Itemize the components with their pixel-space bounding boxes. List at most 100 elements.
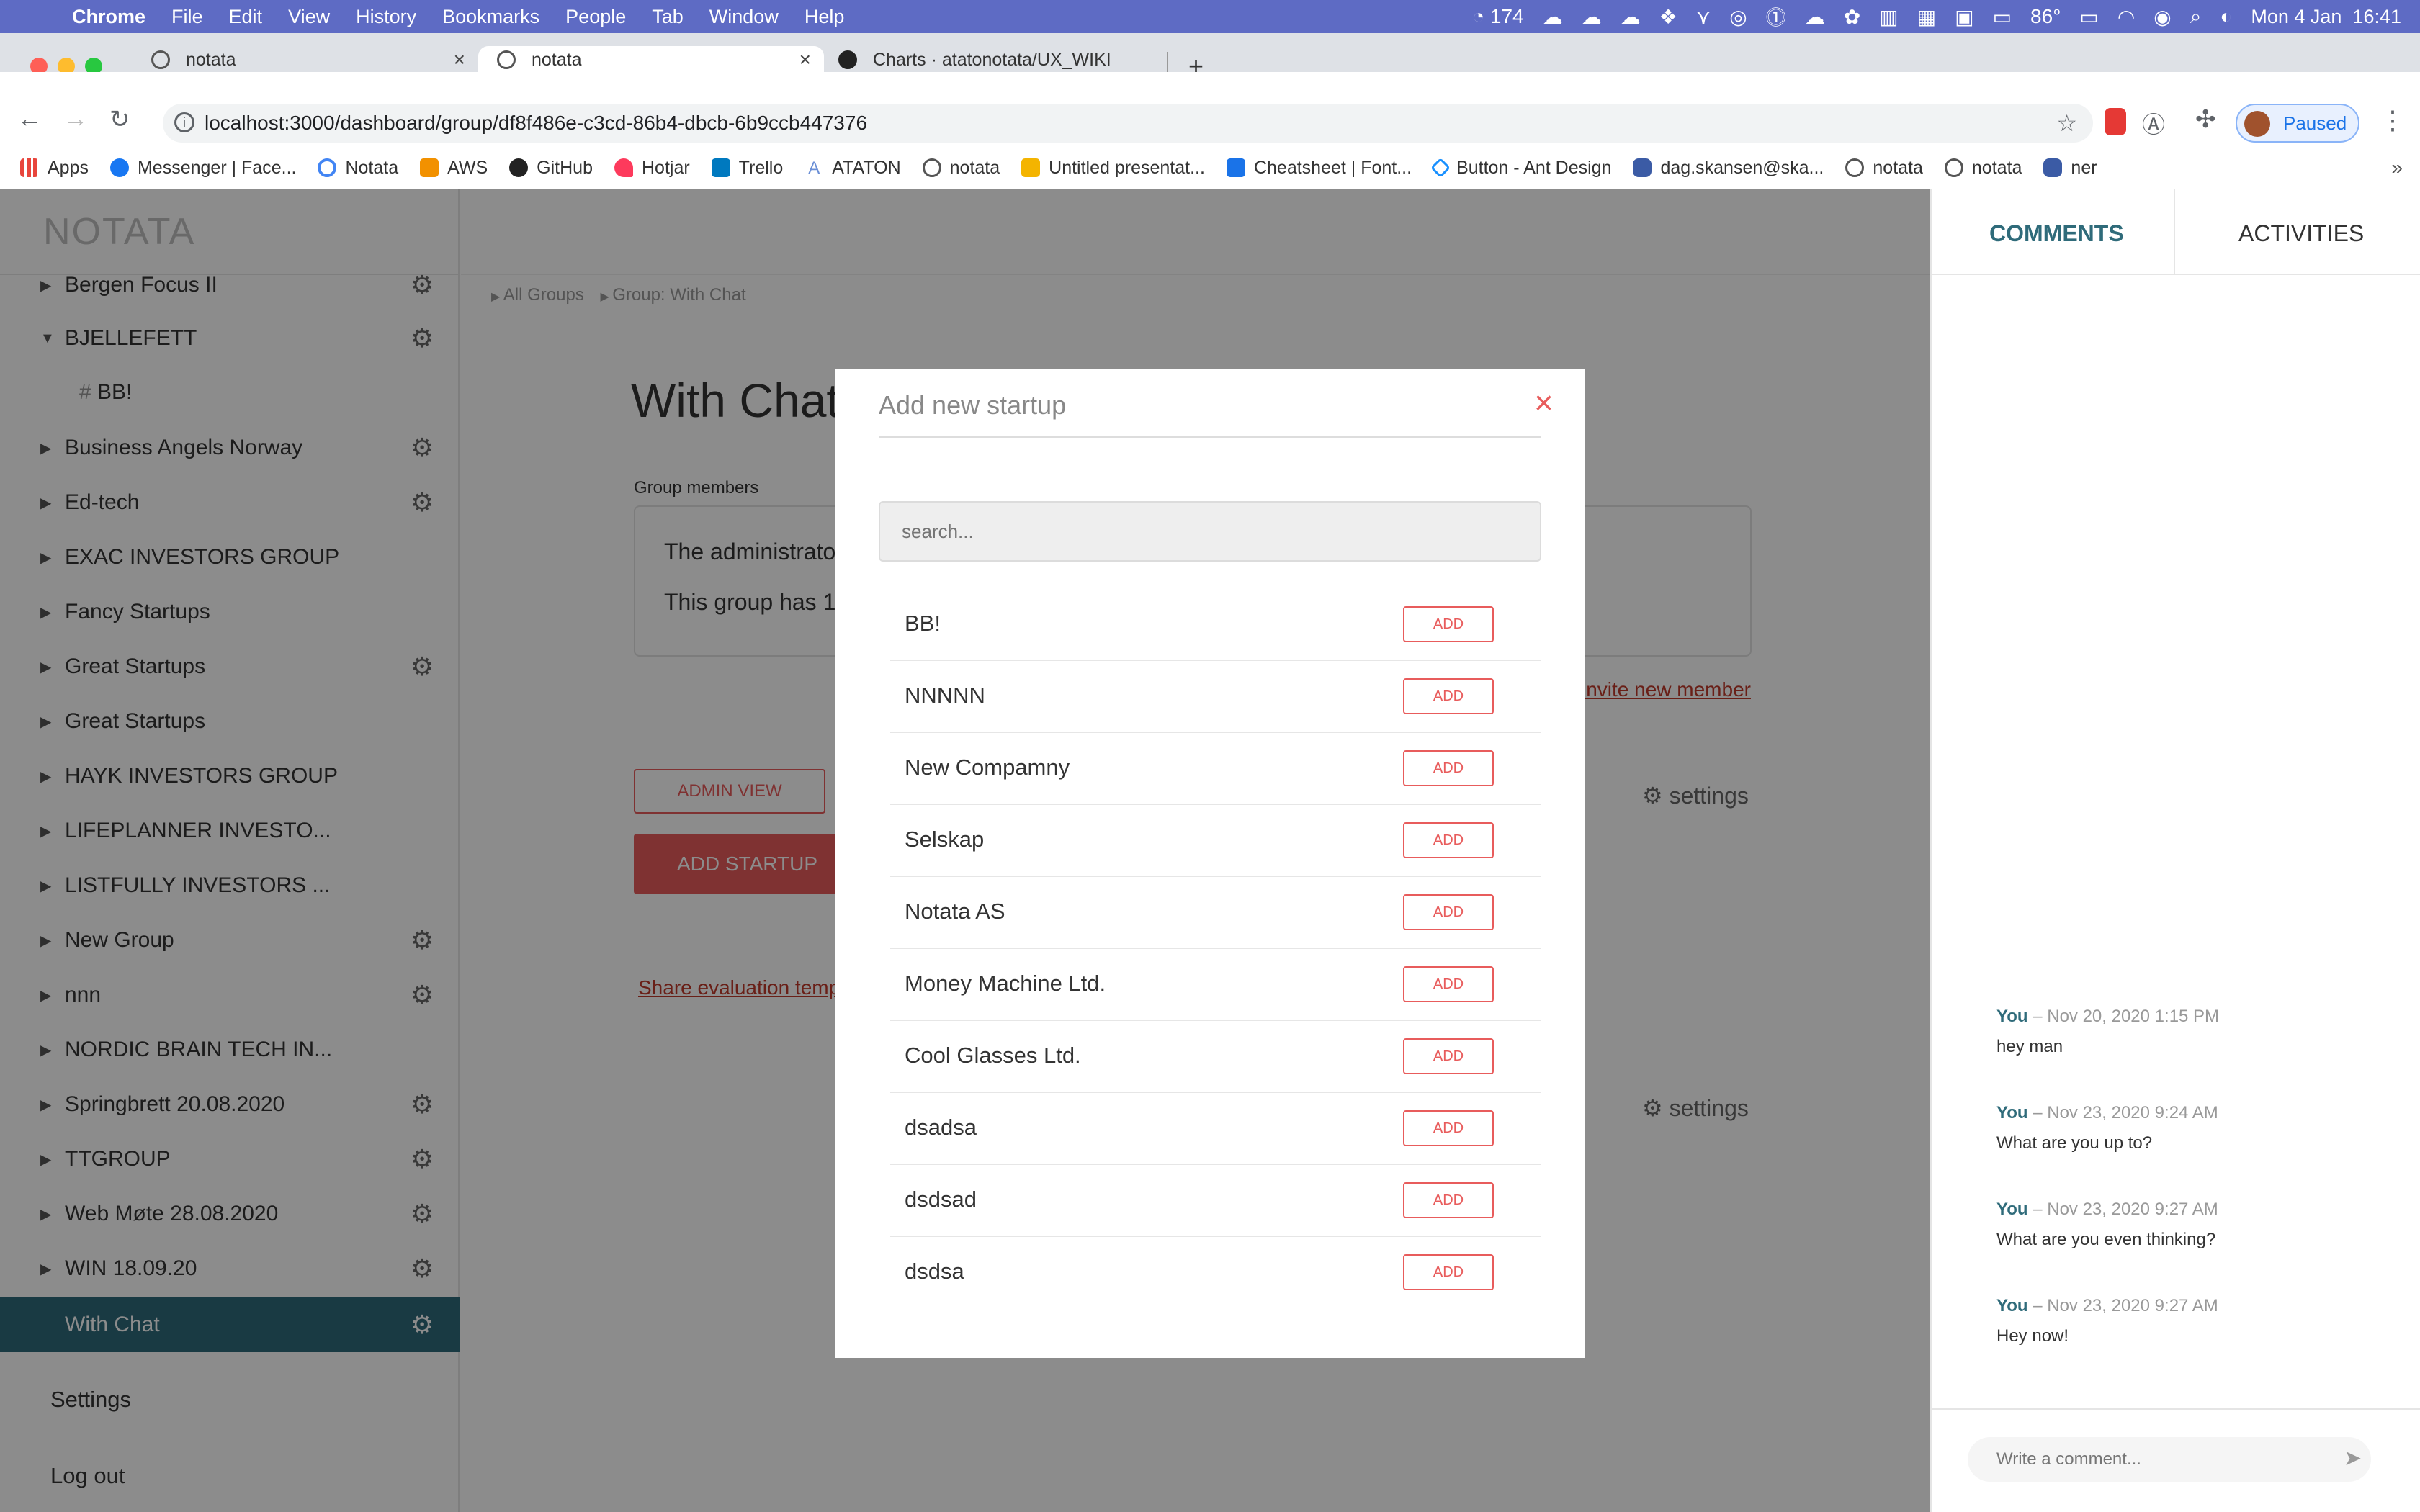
browser-menu-icon[interactable]: ⋮ xyxy=(2380,105,2406,135)
add-startup-row-button[interactable]: ADD xyxy=(1403,750,1494,786)
bookmark-notata-google[interactable]: Notata xyxy=(318,158,398,179)
startup-name: dsdsa xyxy=(905,1259,964,1284)
slides-icon xyxy=(1021,158,1041,177)
vpn-icon[interactable]: ⋎ xyxy=(1696,5,1711,29)
menu-app-name[interactable]: Chrome xyxy=(72,6,145,28)
bookmark-github[interactable]: GitHub xyxy=(509,158,593,179)
menu-clock[interactable]: Mon 4 Jan 16:41 xyxy=(2251,6,2401,28)
menu-file[interactable]: File xyxy=(171,6,203,28)
startup-row: Cool Glasses Ltd. ADD xyxy=(890,1021,1541,1093)
address-bar[interactable]: i localhost:3000/dashboard/group/df8f486… xyxy=(163,104,2093,143)
dropbox-icon[interactable]: ❖ xyxy=(1659,5,1677,29)
bookmark-label: Notata xyxy=(345,157,399,178)
temperature-reading[interactable]: 86° xyxy=(2030,5,2061,28)
bookmark-notata[interactable]: notata xyxy=(1845,158,1923,179)
activity-monitor-icon[interactable]: ▭ xyxy=(1993,5,2012,29)
bookmark-cheatsheet[interactable]: Cheatsheet | Font... xyxy=(1226,158,1412,179)
profile-button[interactable]: Paused xyxy=(2236,104,2360,143)
tab-comments[interactable]: COMMENTS xyxy=(1989,220,2124,247)
tab-title: Charts · atatonotata/UX_WIKI xyxy=(873,49,1111,70)
battery-icon[interactable]: ▭ xyxy=(2079,5,2098,29)
apps-grid-icon xyxy=(20,158,39,177)
add-startup-row-button[interactable]: ADD xyxy=(1403,966,1494,1002)
cloud-upload-icon[interactable]: ☁ xyxy=(1543,5,1563,29)
site-info-icon[interactable]: i xyxy=(174,112,194,132)
user-icon[interactable]: ◉ xyxy=(2154,5,2171,29)
add-startup-row-button[interactable]: ADD xyxy=(1403,1182,1494,1218)
bookmark-aws[interactable]: AWS xyxy=(420,158,488,179)
cloud-upload-icon[interactable]: ☁ xyxy=(1621,5,1641,29)
browser-tab-active[interactable]: notata × xyxy=(497,48,811,72)
reload-icon[interactable]: ↻ xyxy=(109,105,130,134)
menu-help[interactable]: Help xyxy=(805,6,845,28)
bookmark-notata[interactable]: notata xyxy=(922,157,1000,179)
startup-row: New Compamny ADD xyxy=(890,733,1541,805)
add-startup-row-button[interactable]: ADD xyxy=(1403,1110,1494,1146)
comment-input[interactable] xyxy=(1968,1437,2371,1482)
panel-tab-separator xyxy=(2174,189,2175,275)
menu-tab[interactable]: Tab xyxy=(652,6,684,28)
close-icon[interactable]: × xyxy=(799,48,811,71)
menu-window[interactable]: Window xyxy=(709,6,779,28)
extensions-puzzle-icon[interactable]: ✣ xyxy=(2195,105,2216,134)
bookmark-ataton[interactable]: A ATATON xyxy=(805,158,900,179)
browser-tab[interactable]: notata × xyxy=(151,48,465,72)
status-count: 174 xyxy=(1489,5,1524,27)
window-layout-icon[interactable]: ▦ xyxy=(1917,5,1936,29)
add-startup-row-button[interactable]: ADD xyxy=(1403,894,1494,930)
bookmarks-overflow-icon[interactable]: » xyxy=(2391,156,2403,179)
tab-activities[interactable]: ACTIVITIES xyxy=(2238,220,2364,247)
add-startup-row-button[interactable]: ADD xyxy=(1403,822,1494,858)
bars-icon[interactable]: ▥ xyxy=(1879,5,1898,29)
menu-people[interactable]: People xyxy=(565,6,626,28)
close-icon[interactable]: × xyxy=(1534,383,1554,422)
add-startup-row-button[interactable]: ADD xyxy=(1403,606,1494,642)
modal-title: Add new startup xyxy=(879,390,1067,420)
spotlight-search-icon[interactable]: ⌕ xyxy=(2190,5,2202,29)
extension-shield-icon[interactable] xyxy=(2105,108,2126,135)
add-startup-row-button[interactable]: ADD xyxy=(1403,1038,1494,1074)
bookmark-dag[interactable]: dag.skansen@ska... xyxy=(1633,158,1824,179)
github-icon xyxy=(509,158,529,177)
menu-view[interactable]: View xyxy=(288,6,330,28)
notes-icon[interactable]: ▣ xyxy=(1955,5,1973,29)
globe-icon xyxy=(1944,158,1963,177)
bookmark-messenger[interactable]: Messenger | Face... xyxy=(109,157,297,179)
back-arrow-icon[interactable]: ← xyxy=(17,105,42,133)
wifi-icon[interactable]: ◠ xyxy=(2118,5,2135,29)
cloud-icon[interactable]: ☁ xyxy=(1805,5,1825,29)
brain-icon[interactable]: ✿ xyxy=(1844,5,1860,29)
menu-edit[interactable]: Edit xyxy=(229,6,263,28)
comment-text: Hey now! xyxy=(1996,1326,2069,1346)
menu-bookmarks[interactable]: Bookmarks xyxy=(442,6,539,28)
cloud-upload-icon[interactable]: ☁ xyxy=(1582,5,1602,29)
bookmark-ant-design[interactable]: Button - Ant Design xyxy=(1430,158,1611,179)
add-startup-row-button[interactable]: ADD xyxy=(1403,1254,1494,1290)
send-icon[interactable]: ➤ xyxy=(2344,1446,2362,1471)
menu-history[interactable]: History xyxy=(356,6,416,28)
browser-tab[interactable]: Charts · atatonotata/UX_WIKI xyxy=(838,48,1152,72)
bookmark-apps[interactable]: Apps xyxy=(20,158,89,179)
comment-meta: You – Nov 23, 2020 9:24 AM xyxy=(1996,1103,2218,1122)
bookmark-ner[interactable]: ner xyxy=(2043,158,2097,179)
password-manager-icon[interactable]: ⓵ xyxy=(1766,2,1786,31)
add-startup-row-button[interactable]: ADD xyxy=(1403,678,1494,714)
startup-search-input[interactable] xyxy=(879,501,1541,562)
creative-cloud-icon[interactable]: ◎ xyxy=(1729,5,1747,29)
bookmark-hotjar[interactable]: Hotjar xyxy=(614,158,690,179)
bookmark-label: notata xyxy=(949,157,1000,178)
flag-icon xyxy=(1226,158,1245,177)
close-icon[interactable]: × xyxy=(454,48,465,71)
control-center-icon[interactable]: ◐ xyxy=(2220,5,2232,28)
bookmark-notata[interactable]: notata xyxy=(1944,157,2022,179)
forward-arrow-icon[interactable]: → xyxy=(63,105,88,133)
status-counter[interactable]: ◔ 174 xyxy=(1472,5,1523,28)
bookmark-star-icon[interactable]: ☆ xyxy=(2056,109,2077,137)
bookmark-label: notata xyxy=(1971,157,2022,178)
bookmark-label: Messenger | Face... xyxy=(137,157,297,178)
bookmark-label: GitHub xyxy=(537,157,593,178)
bookmark-trello[interactable]: Trello xyxy=(711,158,783,179)
bookmark-presentation[interactable]: Untitled presentat... xyxy=(1021,158,1205,179)
tab-title: notata xyxy=(532,49,582,70)
extension-a-icon[interactable]: Ⓐ xyxy=(2142,107,2165,140)
